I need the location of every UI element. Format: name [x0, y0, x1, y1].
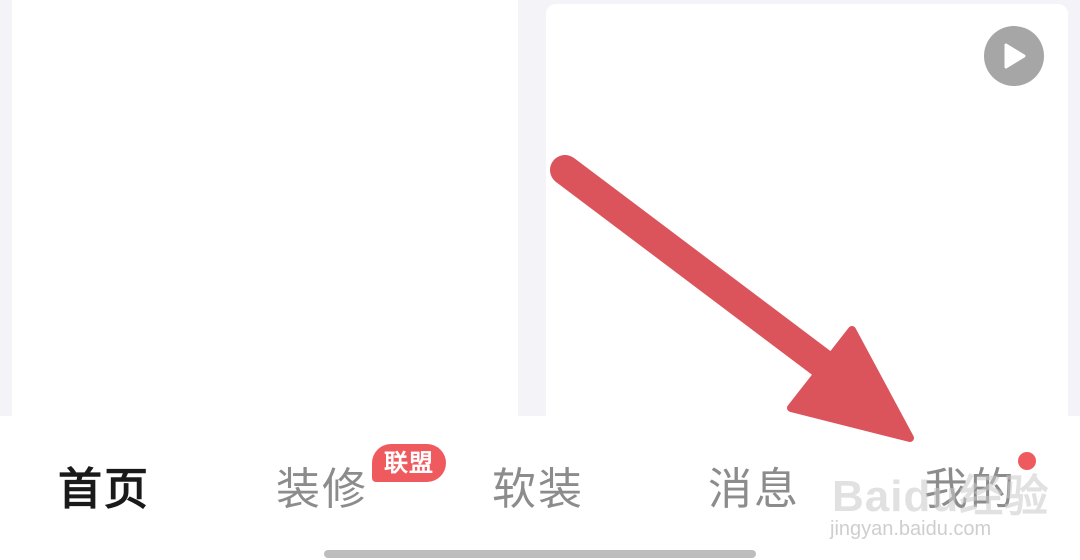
tab-messages[interactable]: 消息 — [708, 464, 800, 516]
content-card-left[interactable] — [12, 0, 518, 430]
tab-renovation[interactable]: 装修 — [276, 464, 368, 516]
tab-mine[interactable]: 我的 — [924, 464, 1016, 516]
home-indicator[interactable] — [324, 550, 756, 558]
content-card-right[interactable] — [546, 4, 1068, 430]
app-screen: 首页 装修 联盟 软装 消息 我的 Baidu经验 jingyan.baidu.… — [0, 0, 1080, 560]
notification-dot — [1018, 452, 1036, 470]
play-icon[interactable] — [984, 26, 1044, 86]
tab-home[interactable]: 首页 — [58, 464, 150, 516]
bottom-tab-bar: 首页 装修 联盟 软装 消息 我的 — [0, 416, 1080, 560]
alliance-badge: 联盟 — [372, 444, 446, 482]
tab-soft-furnishing[interactable]: 软装 — [492, 464, 584, 516]
